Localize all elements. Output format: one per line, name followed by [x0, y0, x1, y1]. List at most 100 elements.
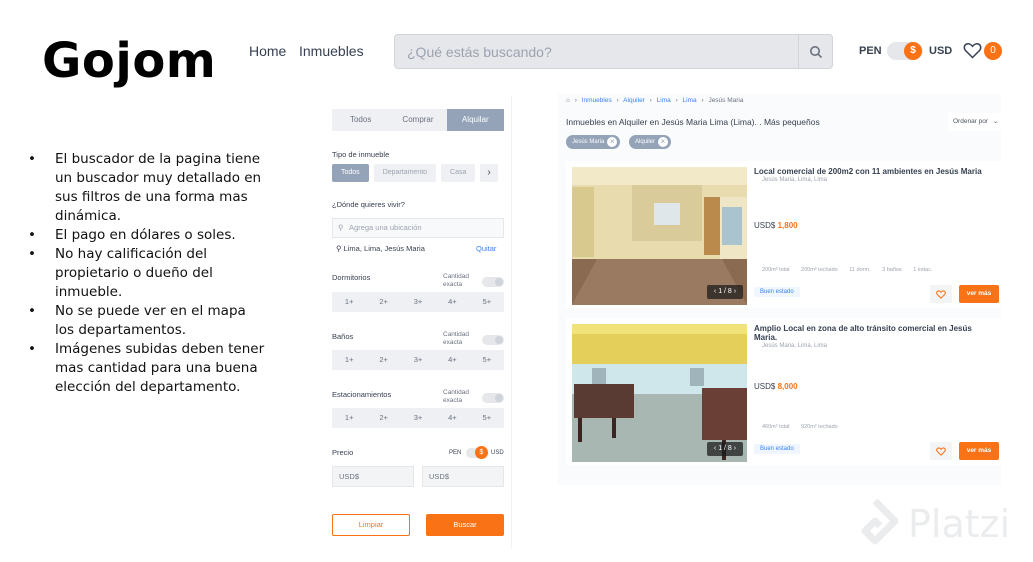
- baths-exact-toggle[interactable]: [482, 335, 504, 345]
- note-item: No hay calificación del propietario o du…: [28, 245, 268, 302]
- remove-location-link[interactable]: Quitar: [476, 244, 496, 253]
- view-more-button[interactable]: ver más: [959, 285, 999, 303]
- favorite-button[interactable]: [930, 442, 952, 460]
- rooms-options: 1+ 2+ 3+ 4+ 5+: [332, 292, 504, 312]
- chevron-right-icon[interactable]: ›: [734, 288, 736, 295]
- breadcrumb: ⌂ › Inmuebles › Alquiler › Lima › Lima ›…: [566, 97, 744, 104]
- currency-toggle[interactable]: $: [887, 42, 923, 60]
- tab-buy[interactable]: Comprar: [389, 109, 446, 131]
- rooms-option[interactable]: 3+: [401, 292, 435, 312]
- parking-option[interactable]: 1+: [332, 408, 366, 428]
- parking-options: 1+ 2+ 3+ 4+ 5+: [332, 408, 504, 428]
- listing-card[interactable]: ‹ 1 / 8 › Local comercial de 200m2 con 1…: [566, 161, 1001, 308]
- type-all[interactable]: Todos: [332, 164, 369, 182]
- baths-option[interactable]: 4+: [435, 350, 469, 370]
- chevron-left-icon[interactable]: ‹: [714, 445, 716, 452]
- platzi-watermark: Platzi: [852, 498, 1010, 550]
- view-more-button[interactable]: ver más: [959, 442, 999, 460]
- search-bar[interactable]: ¿Qué estás buscando?: [394, 34, 833, 69]
- listing-features: 200m² total 200m² techado 11 dorm. 3 bañ…: [762, 267, 942, 273]
- baths-option[interactable]: 5+: [470, 350, 504, 370]
- tab-all[interactable]: Todos: [332, 109, 389, 131]
- tab-rent[interactable]: Alquilar: [446, 109, 504, 131]
- breadcrumb-current: Jesús Maria: [708, 97, 744, 104]
- heart-icon: [936, 289, 946, 299]
- breadcrumb-link[interactable]: Inmuebles: [582, 97, 612, 104]
- selected-location: ⚲ Lima, Lima, Jesús Maria: [336, 244, 425, 253]
- rooms-option[interactable]: 4+: [435, 292, 469, 312]
- dollar-icon: $: [904, 42, 922, 60]
- type-more-button[interactable]: ›: [480, 164, 498, 182]
- note-item: No se puede ver en el mapa los departame…: [28, 302, 268, 340]
- rooms-option[interactable]: 5+: [470, 292, 504, 312]
- currency-usd-label: USD: [929, 45, 953, 57]
- price-usd-label: USD: [491, 450, 504, 456]
- baths-option[interactable]: 1+: [332, 350, 366, 370]
- favorites-count-badge: 0: [984, 42, 1002, 60]
- breadcrumb-link[interactable]: Lima: [683, 97, 697, 104]
- baths-label: Baños: [332, 332, 354, 341]
- operation-tabs: Todos Comprar Alquilar: [332, 109, 504, 131]
- nav-listings-link[interactable]: Inmuebles: [299, 43, 364, 59]
- type-house[interactable]: Casa: [441, 164, 476, 182]
- rooms-exact-toggle[interactable]: [482, 277, 504, 287]
- chevron-left-icon[interactable]: ‹: [714, 288, 716, 295]
- listing-card[interactable]: ‹ 1 / 8 › Amplio Local en zona de alto t…: [566, 318, 1001, 465]
- filter-chip-operation[interactable]: Alquiler: [629, 135, 672, 149]
- listing-feature: 460m² total: [762, 424, 790, 430]
- parking-exact-toggle[interactable]: [482, 393, 504, 403]
- location-label: ¿Dónde quieres vivir?: [332, 200, 405, 209]
- baths-exact-label: Cantidad exacta: [443, 331, 470, 346]
- listing-photo[interactable]: ‹ 1 / 8 ›: [572, 167, 747, 305]
- property-type-options: Todos Departamento Casa ›: [332, 164, 498, 182]
- heart-icon[interactable]: [963, 42, 982, 59]
- condition-badge: Buen estado: [754, 287, 800, 297]
- search-input[interactable]: ¿Qué estás buscando?: [407, 44, 552, 60]
- parking-option[interactable]: 4+: [435, 408, 469, 428]
- baths-option[interactable]: 2+: [366, 350, 400, 370]
- parking-option[interactable]: 2+: [366, 408, 400, 428]
- clear-filters-button[interactable]: Limpiar: [332, 514, 410, 536]
- listing-price: USD$ 1,800: [754, 221, 798, 230]
- search-filters-button[interactable]: Buscar: [426, 514, 504, 536]
- parking-exact-label: Cantidad exacta: [443, 389, 470, 404]
- type-apartment[interactable]: Departamento: [373, 164, 437, 182]
- listing-title[interactable]: Amplio Local en zona de alto tránsito co…: [754, 324, 994, 342]
- listing-feature: 1 estac.: [913, 267, 933, 273]
- listing-photo[interactable]: ‹ 1 / 8 ›: [572, 324, 747, 462]
- price-min-input[interactable]: USD$: [332, 466, 414, 487]
- chevron-right-icon[interactable]: ›: [734, 445, 736, 452]
- filters-panel: Todos Comprar Alquilar Tipo de inmueble …: [314, 96, 512, 549]
- breadcrumb-link[interactable]: Lima: [657, 97, 671, 104]
- brand-title: Gojom: [42, 33, 217, 89]
- location-input[interactable]: ⚲ Agrega una ubicación: [332, 218, 504, 238]
- parking-option[interactable]: 5+: [470, 408, 504, 428]
- listing-address: Jesús Maria, Lima, Lima: [762, 343, 828, 349]
- condition-badge: Buen estado: [754, 444, 800, 454]
- parking-label: Estacionamientos: [332, 390, 392, 399]
- listing-feature: 11 dorm.: [849, 267, 871, 273]
- sort-dropdown[interactable]: Ordenar por ⌄: [948, 113, 1001, 131]
- filter-chip-location[interactable]: Jesús Maria: [566, 135, 621, 149]
- nav-home-link[interactable]: Home: [249, 43, 286, 59]
- search-button[interactable]: [798, 35, 832, 68]
- breadcrumb-link[interactable]: Alquiler: [623, 97, 645, 104]
- price-currency-toggle[interactable]: $: [466, 446, 488, 459]
- platzi-logo-icon: [861, 498, 898, 545]
- price-label: Precio: [332, 448, 354, 457]
- search-icon: [809, 45, 822, 58]
- chevron-down-icon: ⌄: [992, 118, 999, 125]
- watermark-text: Platzi: [908, 502, 1011, 546]
- listing-address: Jesús Maria, Lima, Lima: [762, 177, 828, 183]
- rooms-option[interactable]: 2+: [366, 292, 400, 312]
- rooms-option[interactable]: 1+: [332, 292, 366, 312]
- home-icon[interactable]: ⌂: [566, 97, 570, 104]
- results-title: Inmuebles en Alquiler en Jesús Maria Lim…: [566, 117, 820, 127]
- location-pin-icon: ⚲: [338, 223, 344, 232]
- listing-title[interactable]: Local comercial de 200m2 con 11 ambiente…: [754, 167, 994, 176]
- dollar-icon: $: [475, 446, 488, 459]
- favorite-button[interactable]: [930, 285, 952, 303]
- baths-option[interactable]: 3+: [401, 350, 435, 370]
- parking-option[interactable]: 3+: [401, 408, 435, 428]
- price-max-input[interactable]: USD$: [422, 466, 504, 487]
